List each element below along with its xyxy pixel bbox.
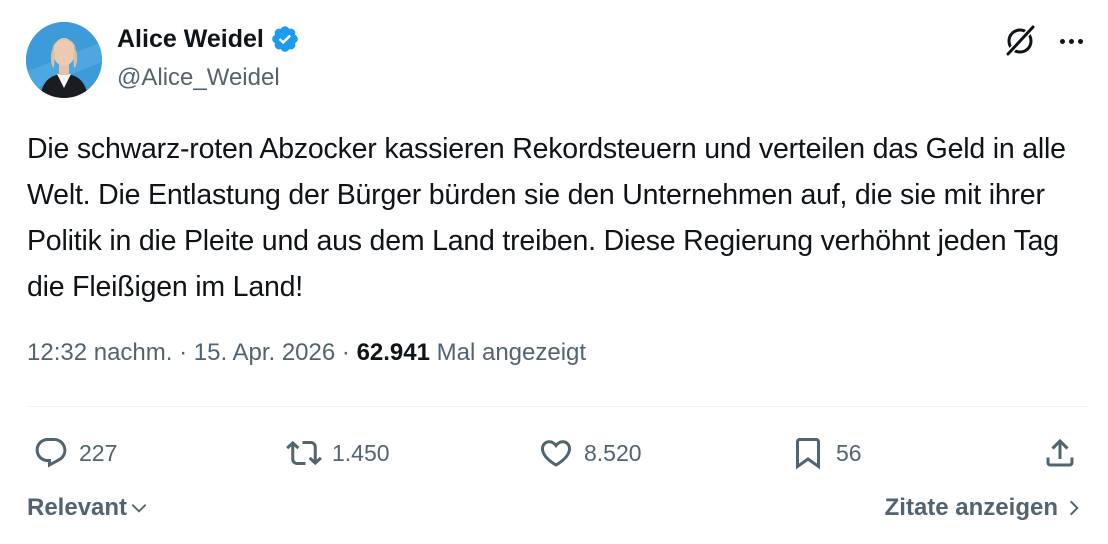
more-dot-icon [1059, 38, 1065, 44]
bookmark-count: 56 [836, 439, 862, 466]
views-count[interactable]: 62.941 [357, 339, 430, 366]
share-button[interactable] [1042, 431, 1078, 475]
tweet-date[interactable]: 15. Apr. 2026 [194, 339, 335, 366]
meta-separator: · [172, 339, 194, 366]
reply-icon [35, 438, 67, 468]
divider [27, 406, 1087, 407]
tweet-time[interactable]: 12:32 nachm. [27, 339, 172, 366]
more-options-button[interactable] [1052, 23, 1090, 59]
repost-icon [286, 440, 322, 466]
tweet-text: Die schwarz-roten Abzocker kassieren Rek… [27, 133, 1066, 303]
repost-button[interactable]: 1.450 [286, 431, 390, 475]
bookmark-icon [796, 438, 820, 470]
author-name[interactable]: Alice Weidel [117, 25, 264, 54]
tweet-meta: 12:32 nachm. · 15. Apr. 2026 · 62.941 Ma… [27, 339, 586, 367]
grok-button[interactable] [1002, 23, 1038, 59]
verified-badge-icon [272, 26, 298, 52]
sort-replies-dropdown[interactable]: Relevant [27, 494, 149, 522]
chevron-right-icon [1069, 500, 1079, 516]
sort-label: Relevant [27, 494, 128, 521]
reply-count: 227 [79, 439, 118, 466]
avatar[interactable] [26, 22, 102, 98]
reply-button[interactable]: 227 [33, 431, 117, 475]
author-handle[interactable]: @Alice_Weidel [117, 64, 280, 92]
like-button[interactable]: 8.520 [538, 431, 642, 475]
more-dot-icon [1068, 38, 1074, 44]
like-count: 8.520 [584, 439, 642, 466]
bookmark-button[interactable]: 56 [790, 431, 862, 475]
views-label: Mal angezeigt [436, 339, 587, 366]
heart-icon [540, 440, 572, 467]
view-quotes-link[interactable]: Zitate anzeigen [885, 494, 1084, 522]
meta-separator: · [335, 339, 357, 366]
share-icon [1046, 438, 1074, 467]
grok-icon [1005, 24, 1036, 57]
chevron-down-icon [131, 504, 147, 513]
quotes-label: Zitate anzeigen [884, 494, 1058, 521]
repost-count: 1.450 [332, 439, 390, 466]
more-dot-icon [1077, 38, 1083, 44]
